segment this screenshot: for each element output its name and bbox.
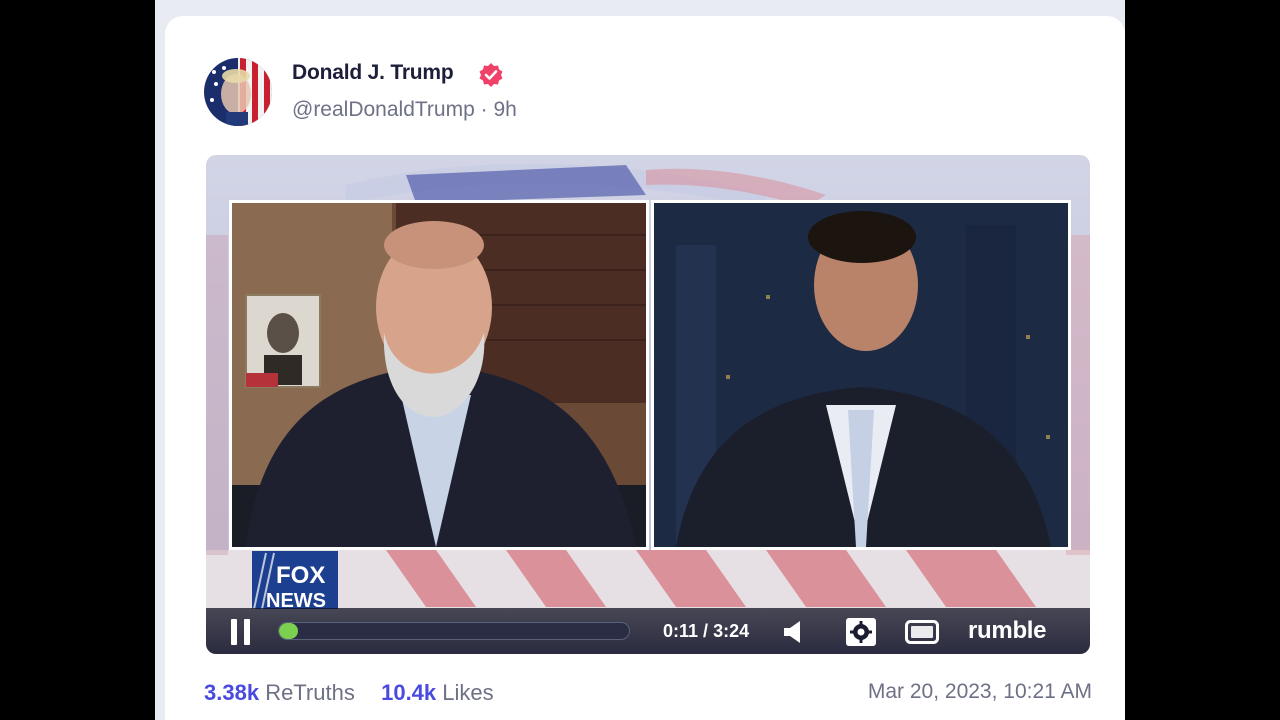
pause-button[interactable] bbox=[231, 619, 253, 645]
likes-count[interactable]: 10.4k bbox=[381, 680, 436, 705]
video-frame: FOX NEWS bbox=[206, 163, 1090, 654]
time-ago[interactable]: 9h bbox=[493, 98, 516, 121]
post-stats: 3.38k ReTruths 10.4k Likes bbox=[204, 680, 494, 706]
rumble-logo[interactable]: rumble bbox=[968, 617, 1047, 645]
duration: 3:24 bbox=[713, 621, 750, 641]
verified-badge-icon bbox=[478, 62, 504, 88]
time-display: 0:11 / 3:24 bbox=[663, 621, 749, 642]
avatar[interactable] bbox=[204, 58, 272, 126]
volume-icon[interactable] bbox=[782, 618, 806, 651]
handle-row: @realDonaldTrump · 9h bbox=[292, 98, 517, 122]
display-name[interactable]: Donald J. Trump bbox=[292, 61, 454, 85]
time-separator: / bbox=[698, 621, 714, 641]
retruths-label[interactable]: ReTruths bbox=[265, 680, 355, 705]
current-time: 0:11 bbox=[663, 621, 699, 641]
video-player[interactable]: FOX NEWS bbox=[206, 155, 1090, 654]
likes-label[interactable]: Likes bbox=[442, 680, 493, 705]
progress-fill bbox=[279, 623, 298, 639]
handle[interactable]: @realDonaldTrump bbox=[292, 98, 475, 121]
settings-gear-icon[interactable] bbox=[845, 617, 877, 652]
progress-bar[interactable] bbox=[278, 622, 630, 640]
retruths-count[interactable]: 3.38k bbox=[204, 680, 259, 705]
fox-logo-line1: FOX bbox=[276, 562, 325, 589]
separator: · bbox=[480, 98, 488, 121]
fullscreen-icon[interactable] bbox=[905, 620, 939, 649]
post-timestamp[interactable]: Mar 20, 2023, 10:21 AM bbox=[868, 680, 1092, 704]
